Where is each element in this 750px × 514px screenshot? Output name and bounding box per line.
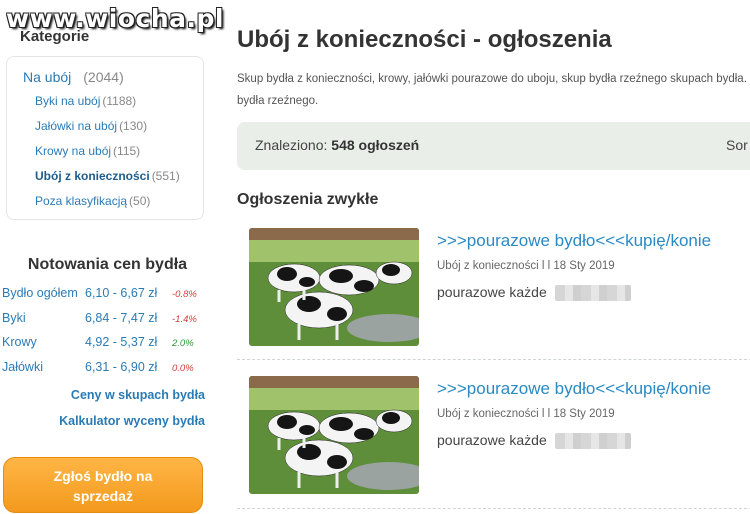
categories-box: Na ubój (2044) Byki na ubój (1188) Jałówki… xyxy=(6,56,204,220)
price-name[interactable]: Byki xyxy=(2,311,26,325)
listing-description: pourazowe każde xyxy=(437,432,631,450)
section-title: Ogłoszenia zwykłe xyxy=(237,191,379,208)
price-name[interactable]: Jałówki xyxy=(2,360,43,374)
category-main[interactable]: Na ubój (2044) xyxy=(23,69,124,85)
prices-title: Notowania cen bydła xyxy=(27,256,188,273)
results-label: Znaleziono: xyxy=(255,137,328,153)
category-list: Byki na ubój (1188) Jałówki na ubój (130) … xyxy=(35,94,180,219)
listing-thumbnail[interactable] xyxy=(249,376,419,494)
cattle-calculator-link[interactable]: Kalkulator wyceny bydła xyxy=(59,414,205,428)
category-item-poza-klasyfikacja[interactable]: Poza klasyfikacją (50) xyxy=(35,194,180,219)
page-description: Skup bydła z konieczności, krowy, jałówk… xyxy=(237,73,750,107)
price-change: 0.0% xyxy=(172,362,194,374)
listing-title[interactable]: >>>pourazowe bydło<<<kupię/konie xyxy=(437,231,711,251)
category-item-count: (551) xyxy=(151,169,180,183)
category-item-uboj-z-koniecznosci[interactable]: Ubój z konieczności (551) xyxy=(35,169,180,194)
listing-description-text: pourazowe każde xyxy=(437,284,547,300)
listing-item[interactable]: >>>pourazowe bydło<<<kupię/konie Ubój z … xyxy=(237,226,750,356)
listing-divider xyxy=(237,359,750,360)
listing-meta: Ubój z konieczności l l 18 Sty 2019 xyxy=(437,408,615,420)
price-range: 4,92 - 5,37 zł xyxy=(85,335,158,349)
cta-line2: sprzedaż xyxy=(73,488,133,504)
price-range: 6,31 - 6,90 zł xyxy=(85,359,158,374)
price-row: Jałówki 6,31 - 6,90 zł 0.0% xyxy=(2,360,212,385)
category-main-label[interactable]: Na ubój xyxy=(23,69,71,85)
results-number: 548 ogłoszeń xyxy=(331,137,420,153)
submit-cattle-button[interactable]: Zgłoś bydło na sprzedaż xyxy=(3,457,203,513)
listing-title[interactable]: >>>pourazowe bydło<<<kupię/konie xyxy=(437,379,711,399)
page-title: Ubój z konieczności - ogłoszenia xyxy=(237,26,612,53)
category-item-byki[interactable]: Byki na ubój (1188) xyxy=(35,94,180,119)
category-item-label[interactable]: Ubój z konieczności xyxy=(35,169,150,183)
category-item-count: (130) xyxy=(119,119,148,133)
price-change: 2.0% xyxy=(172,338,194,349)
category-main-count: (2044) xyxy=(83,69,124,85)
sidebar: Kategorie Na ubój (2044) Byki na ubój (118… xyxy=(0,0,215,514)
price-row: Krowy 4,92 - 5,37 zł 2.0% xyxy=(2,335,212,360)
blurred-phone xyxy=(554,433,631,450)
listing-item[interactable]: >>>pourazowe bydło<<<kupię/konie Ubój z … xyxy=(237,374,750,504)
listing-thumbnail[interactable] xyxy=(249,228,419,346)
cta-line1: Zgłoś bydło na xyxy=(53,468,153,484)
price-change: -1.4% xyxy=(172,313,197,325)
main-content: Ubój z konieczności - ogłoszenia Skup by… xyxy=(216,0,750,514)
category-item-krowy[interactable]: Krowy na ubój (115) xyxy=(35,144,180,169)
prices-in-buying-points-link[interactable]: Ceny w skupach bydła xyxy=(71,388,205,402)
price-change: -0.8% xyxy=(172,289,197,300)
price-table: Bydło ogółem 6,10 - 6,67 zł -0.8% Byki 6… xyxy=(2,286,212,384)
price-row: Bydło ogółem 6,10 - 6,67 zł -0.8% xyxy=(2,286,212,311)
price-range: 6,10 - 6,67 zł xyxy=(85,286,158,300)
price-name[interactable]: Bydło ogółem xyxy=(2,286,78,300)
category-item-label[interactable]: Krowy na ubój xyxy=(35,144,111,158)
category-item-label[interactable]: Jałówki na ubój xyxy=(35,119,117,133)
category-item-count: (1188) xyxy=(102,94,137,108)
price-range: 6,84 - 7,47 zł xyxy=(85,310,158,325)
price-row: Byki 6,84 - 7,47 zł -1.4% xyxy=(2,311,212,336)
listing-description: pourazowe każde xyxy=(437,284,631,302)
listing-meta: Ubój z konieczności l l 18 Sty 2019 xyxy=(437,260,615,272)
price-name[interactable]: Krowy xyxy=(2,335,37,349)
listing-description-text: pourazowe każde xyxy=(437,432,547,448)
listing-divider xyxy=(237,508,750,509)
category-item-count: (50) xyxy=(129,194,151,208)
results-bar: Znaleziono: 548 ogłoszeń Sor xyxy=(237,122,750,170)
category-item-label[interactable]: Poza klasyfikacją xyxy=(35,194,127,208)
sort-control[interactable]: Sor xyxy=(726,137,748,153)
watermark: www.wiocha.pl xyxy=(6,4,224,33)
results-count: Znaleziono: 548 ogłoszeń xyxy=(255,137,419,153)
category-item-label[interactable]: Byki na ubój xyxy=(35,94,100,108)
category-item-jalowki[interactable]: Jałówki na ubój (130) xyxy=(35,119,180,144)
category-item-count: (115) xyxy=(113,144,141,158)
blurred-phone xyxy=(554,285,631,302)
